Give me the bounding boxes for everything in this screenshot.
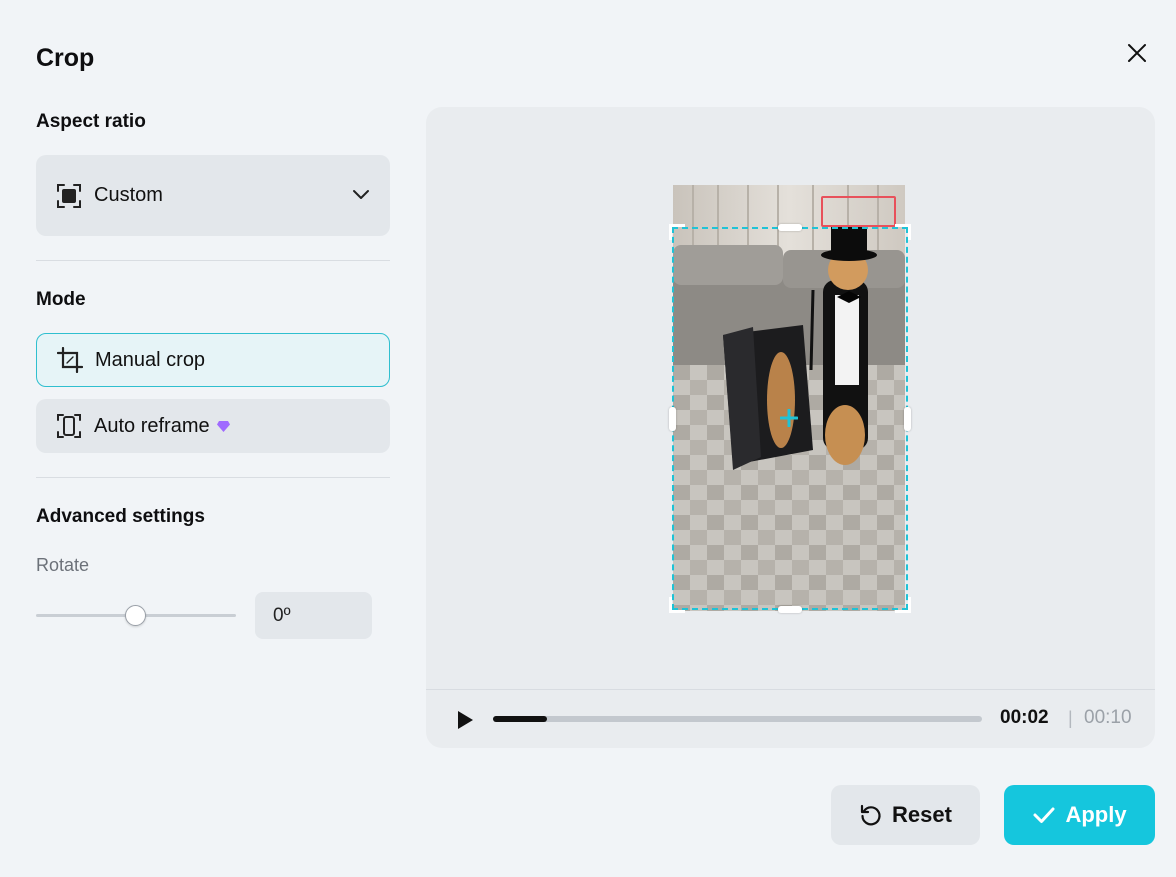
time-separator: | xyxy=(1068,708,1073,728)
close-icon xyxy=(1128,44,1146,62)
premium-badge xyxy=(216,420,230,432)
auto-reframe-label: Auto reframe xyxy=(94,414,210,437)
divider xyxy=(36,260,390,261)
aspect-ratio-icon xyxy=(57,183,81,208)
playback-progress-fill xyxy=(493,716,547,722)
reset-button[interactable]: Reset xyxy=(831,785,980,845)
crop-corner-bottom-right[interactable] xyxy=(895,597,911,613)
apply-button[interactable]: Apply xyxy=(1004,785,1155,845)
highlight-box xyxy=(821,196,896,227)
diamond-icon xyxy=(216,420,230,432)
current-time: 00:02 xyxy=(1000,707,1049,728)
play-icon[interactable] xyxy=(454,709,476,731)
advanced-settings-heading: Advanced settings xyxy=(36,506,205,527)
crop-handle-left[interactable] xyxy=(669,407,676,431)
total-time: 00:10 xyxy=(1084,707,1132,728)
dialog-title: Crop xyxy=(36,44,95,72)
rotate-input[interactable] xyxy=(255,592,372,639)
rotate-slider-thumb[interactable] xyxy=(125,605,146,626)
crop-icon xyxy=(57,347,83,373)
crop-corner-top-left[interactable] xyxy=(669,224,685,240)
crop-corner-top-right[interactable] xyxy=(895,224,911,240)
auto-reframe-button[interactable]: Auto reframe xyxy=(36,399,390,453)
move-icon[interactable] xyxy=(780,409,798,427)
check-icon xyxy=(1033,807,1055,823)
mode-heading: Mode xyxy=(36,289,86,310)
crop-handle-top[interactable] xyxy=(778,224,802,231)
apply-label: Apply xyxy=(1065,802,1127,827)
manual-crop-button[interactable]: Manual crop xyxy=(36,333,390,387)
divider xyxy=(426,689,1155,690)
reset-label: Reset xyxy=(892,802,952,827)
reset-icon xyxy=(860,804,881,826)
reframe-icon xyxy=(57,414,81,438)
chevron-down-icon xyxy=(353,190,369,199)
aspect-ratio-select[interactable]: Custom xyxy=(36,155,390,236)
rotate-label: Rotate xyxy=(36,555,90,575)
manual-crop-label: Manual crop xyxy=(95,348,206,371)
playback-progress[interactable] xyxy=(493,716,982,722)
close-button[interactable] xyxy=(1122,38,1152,68)
video-preview: 00:02 | 00:10 xyxy=(426,107,1155,748)
crop-handle-bottom[interactable] xyxy=(778,606,802,613)
divider xyxy=(36,477,390,478)
crop-handle-right[interactable] xyxy=(904,407,911,431)
aspect-ratio-value: Custom xyxy=(94,184,163,206)
crop-corner-bottom-left[interactable] xyxy=(669,597,685,613)
aspect-ratio-heading: Aspect ratio xyxy=(36,111,146,132)
